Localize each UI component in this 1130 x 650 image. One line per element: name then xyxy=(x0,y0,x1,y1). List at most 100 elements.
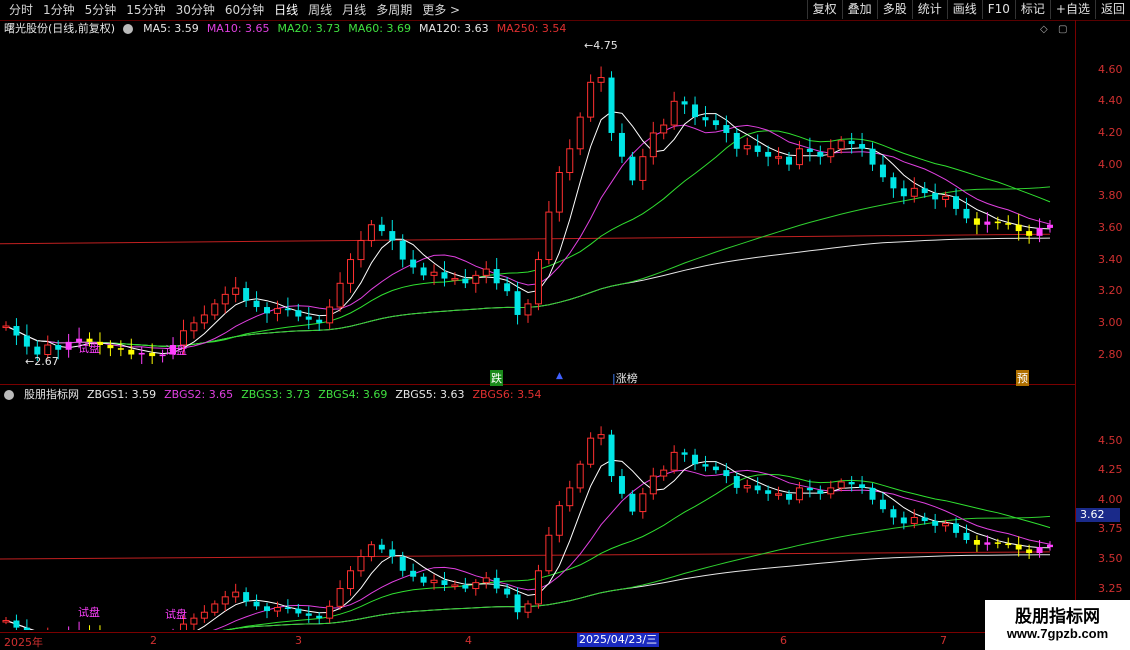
indicator-candle xyxy=(733,472,740,494)
indicator-candle xyxy=(253,594,260,610)
indicator-candle xyxy=(1047,541,1053,551)
fall-marker[interactable]: 跌 xyxy=(490,370,503,386)
main-candle xyxy=(117,340,124,357)
rank-marker[interactable]: |涨榜 xyxy=(612,370,638,386)
main-axis-tick-0: 4.60 xyxy=(1098,62,1123,76)
indicator-candle xyxy=(743,479,751,493)
pre-marker[interactable]: 预 xyxy=(1016,370,1029,386)
toolbar-button-8[interactable]: 返回 xyxy=(1094,0,1130,19)
main-candle xyxy=(649,121,657,165)
indicator-candle xyxy=(221,590,229,612)
indicator-ma120-line xyxy=(5,554,1051,630)
period-tab-2[interactable]: 5分钟 xyxy=(80,2,122,18)
indicator-candle xyxy=(472,579,480,596)
date-label-mar: 3 xyxy=(295,634,302,647)
main-candle xyxy=(273,300,281,322)
period-tab-7[interactable]: 周线 xyxy=(303,2,337,18)
period-tab-1[interactable]: 1分钟 xyxy=(38,2,80,18)
toolbar-button-5[interactable]: F10 xyxy=(981,0,1015,19)
period-tab-4[interactable]: 30分钟 xyxy=(171,2,220,18)
indicator-candle xyxy=(89,625,91,630)
indicator-axis-tick-2: 4.00 xyxy=(1098,492,1123,506)
indicator-chart[interactable] xyxy=(0,405,1075,630)
toolbar-button-4[interactable]: 画线 xyxy=(946,0,982,19)
main-axis-tick-1: 4.40 xyxy=(1098,94,1123,108)
indicator-settings-icon[interactable] xyxy=(4,390,16,400)
period-tab-8[interactable]: 月线 xyxy=(337,2,371,18)
period-tab-0[interactable]: 分时 xyxy=(4,2,38,18)
main-candle xyxy=(472,270,480,293)
indicator-candle xyxy=(597,426,605,446)
toolbar-button-3[interactable]: 统计 xyxy=(911,0,947,19)
indicator-candle xyxy=(326,600,334,623)
main-candle xyxy=(441,261,448,287)
main-price-chart[interactable] xyxy=(0,38,1075,383)
main-candle xyxy=(149,343,156,365)
main-axis-tick-2: 4.20 xyxy=(1098,125,1123,139)
main-candle xyxy=(357,231,365,268)
main-candle xyxy=(482,261,490,284)
indicator-candle xyxy=(482,571,490,589)
indicator-title[interactable]: 股朋指标网 xyxy=(24,388,79,402)
toolbar-button-2[interactable]: 多股 xyxy=(876,0,912,19)
panel-box-icon[interactable]: ▢ xyxy=(1058,24,1067,35)
indicator-candle xyxy=(827,480,835,499)
main-candle xyxy=(295,303,302,322)
main-candle xyxy=(629,151,636,186)
main-candle xyxy=(200,305,208,330)
indicator-axis-tick-5: 3.25 xyxy=(1098,581,1123,595)
main-axis-tick-5: 3.60 xyxy=(1098,220,1123,234)
period-tab-6[interactable]: 日线 xyxy=(269,2,303,18)
main-candle xyxy=(1015,213,1022,241)
period-tab-5[interactable]: 60分钟 xyxy=(220,2,269,18)
toolbar-button-7[interactable]: +自选 xyxy=(1049,0,1095,19)
toolbar-button-6[interactable]: 标记 xyxy=(1014,0,1050,19)
main-candle xyxy=(953,188,960,216)
main-axis-tick-3: 4.00 xyxy=(1098,157,1123,171)
main-candle xyxy=(13,318,20,346)
indicator-candle xyxy=(953,517,960,538)
main-candle xyxy=(660,118,668,140)
up-arrow-icon[interactable]: ▲ xyxy=(556,371,563,381)
indicator-axis-tick-1: 4.25 xyxy=(1098,463,1123,477)
period-tab-10[interactable]: 更多 > xyxy=(417,2,465,18)
toolbar-button-0[interactable]: 复权 xyxy=(806,0,842,19)
indicator-candle xyxy=(378,538,385,554)
ma-legend-item-1: MA10: 3.65 xyxy=(206,22,270,35)
main-candle xyxy=(743,137,751,156)
toolbar-button-1[interactable]: 叠加 xyxy=(841,0,877,19)
ma-legend-item-2: MA20: 3.73 xyxy=(277,22,341,35)
indicator-candle xyxy=(243,587,250,607)
low-price-label: ←2.67 xyxy=(25,355,59,368)
main-candle xyxy=(410,250,417,274)
indicator-candle xyxy=(78,621,80,630)
main-axis-tick-6: 3.40 xyxy=(1098,252,1123,266)
main-axis-tick-9: 2.80 xyxy=(1098,347,1123,361)
diamond-icon[interactable]: ◇ xyxy=(1040,24,1048,35)
stock-title[interactable]: 曙光股份(日线,前复权) xyxy=(4,22,115,36)
indicator-candle xyxy=(681,448,688,462)
main-candle xyxy=(243,281,250,308)
indicator-candle xyxy=(639,487,647,519)
main-candle xyxy=(211,299,219,320)
main-candle xyxy=(712,113,719,130)
indicator-candle xyxy=(2,616,10,625)
indicator-candle xyxy=(99,625,101,630)
main-candle xyxy=(190,316,198,339)
settings-icon[interactable] xyxy=(123,24,135,34)
main-candle xyxy=(65,333,72,358)
indicator-candle xyxy=(932,513,939,533)
period-tab-9[interactable]: 多周期 xyxy=(371,2,417,18)
period-tab-3[interactable]: 15分钟 xyxy=(121,2,170,18)
indicator-candle xyxy=(712,461,719,474)
panel-divider[interactable] xyxy=(0,384,1075,385)
zbgs-legend-item-0: ZBGS1: 3.59 xyxy=(87,388,157,401)
main-candle xyxy=(795,140,803,170)
zbgs-legend-item-1: ZBGS2: 3.65 xyxy=(164,388,234,401)
zbgs-legend-item-5: ZBGS6: 3.54 xyxy=(472,388,542,401)
main-candle xyxy=(576,112,584,156)
main-candle xyxy=(232,276,240,303)
indicator-candle xyxy=(462,577,469,593)
main-candle xyxy=(524,299,532,323)
indicator-candle xyxy=(1015,536,1022,557)
